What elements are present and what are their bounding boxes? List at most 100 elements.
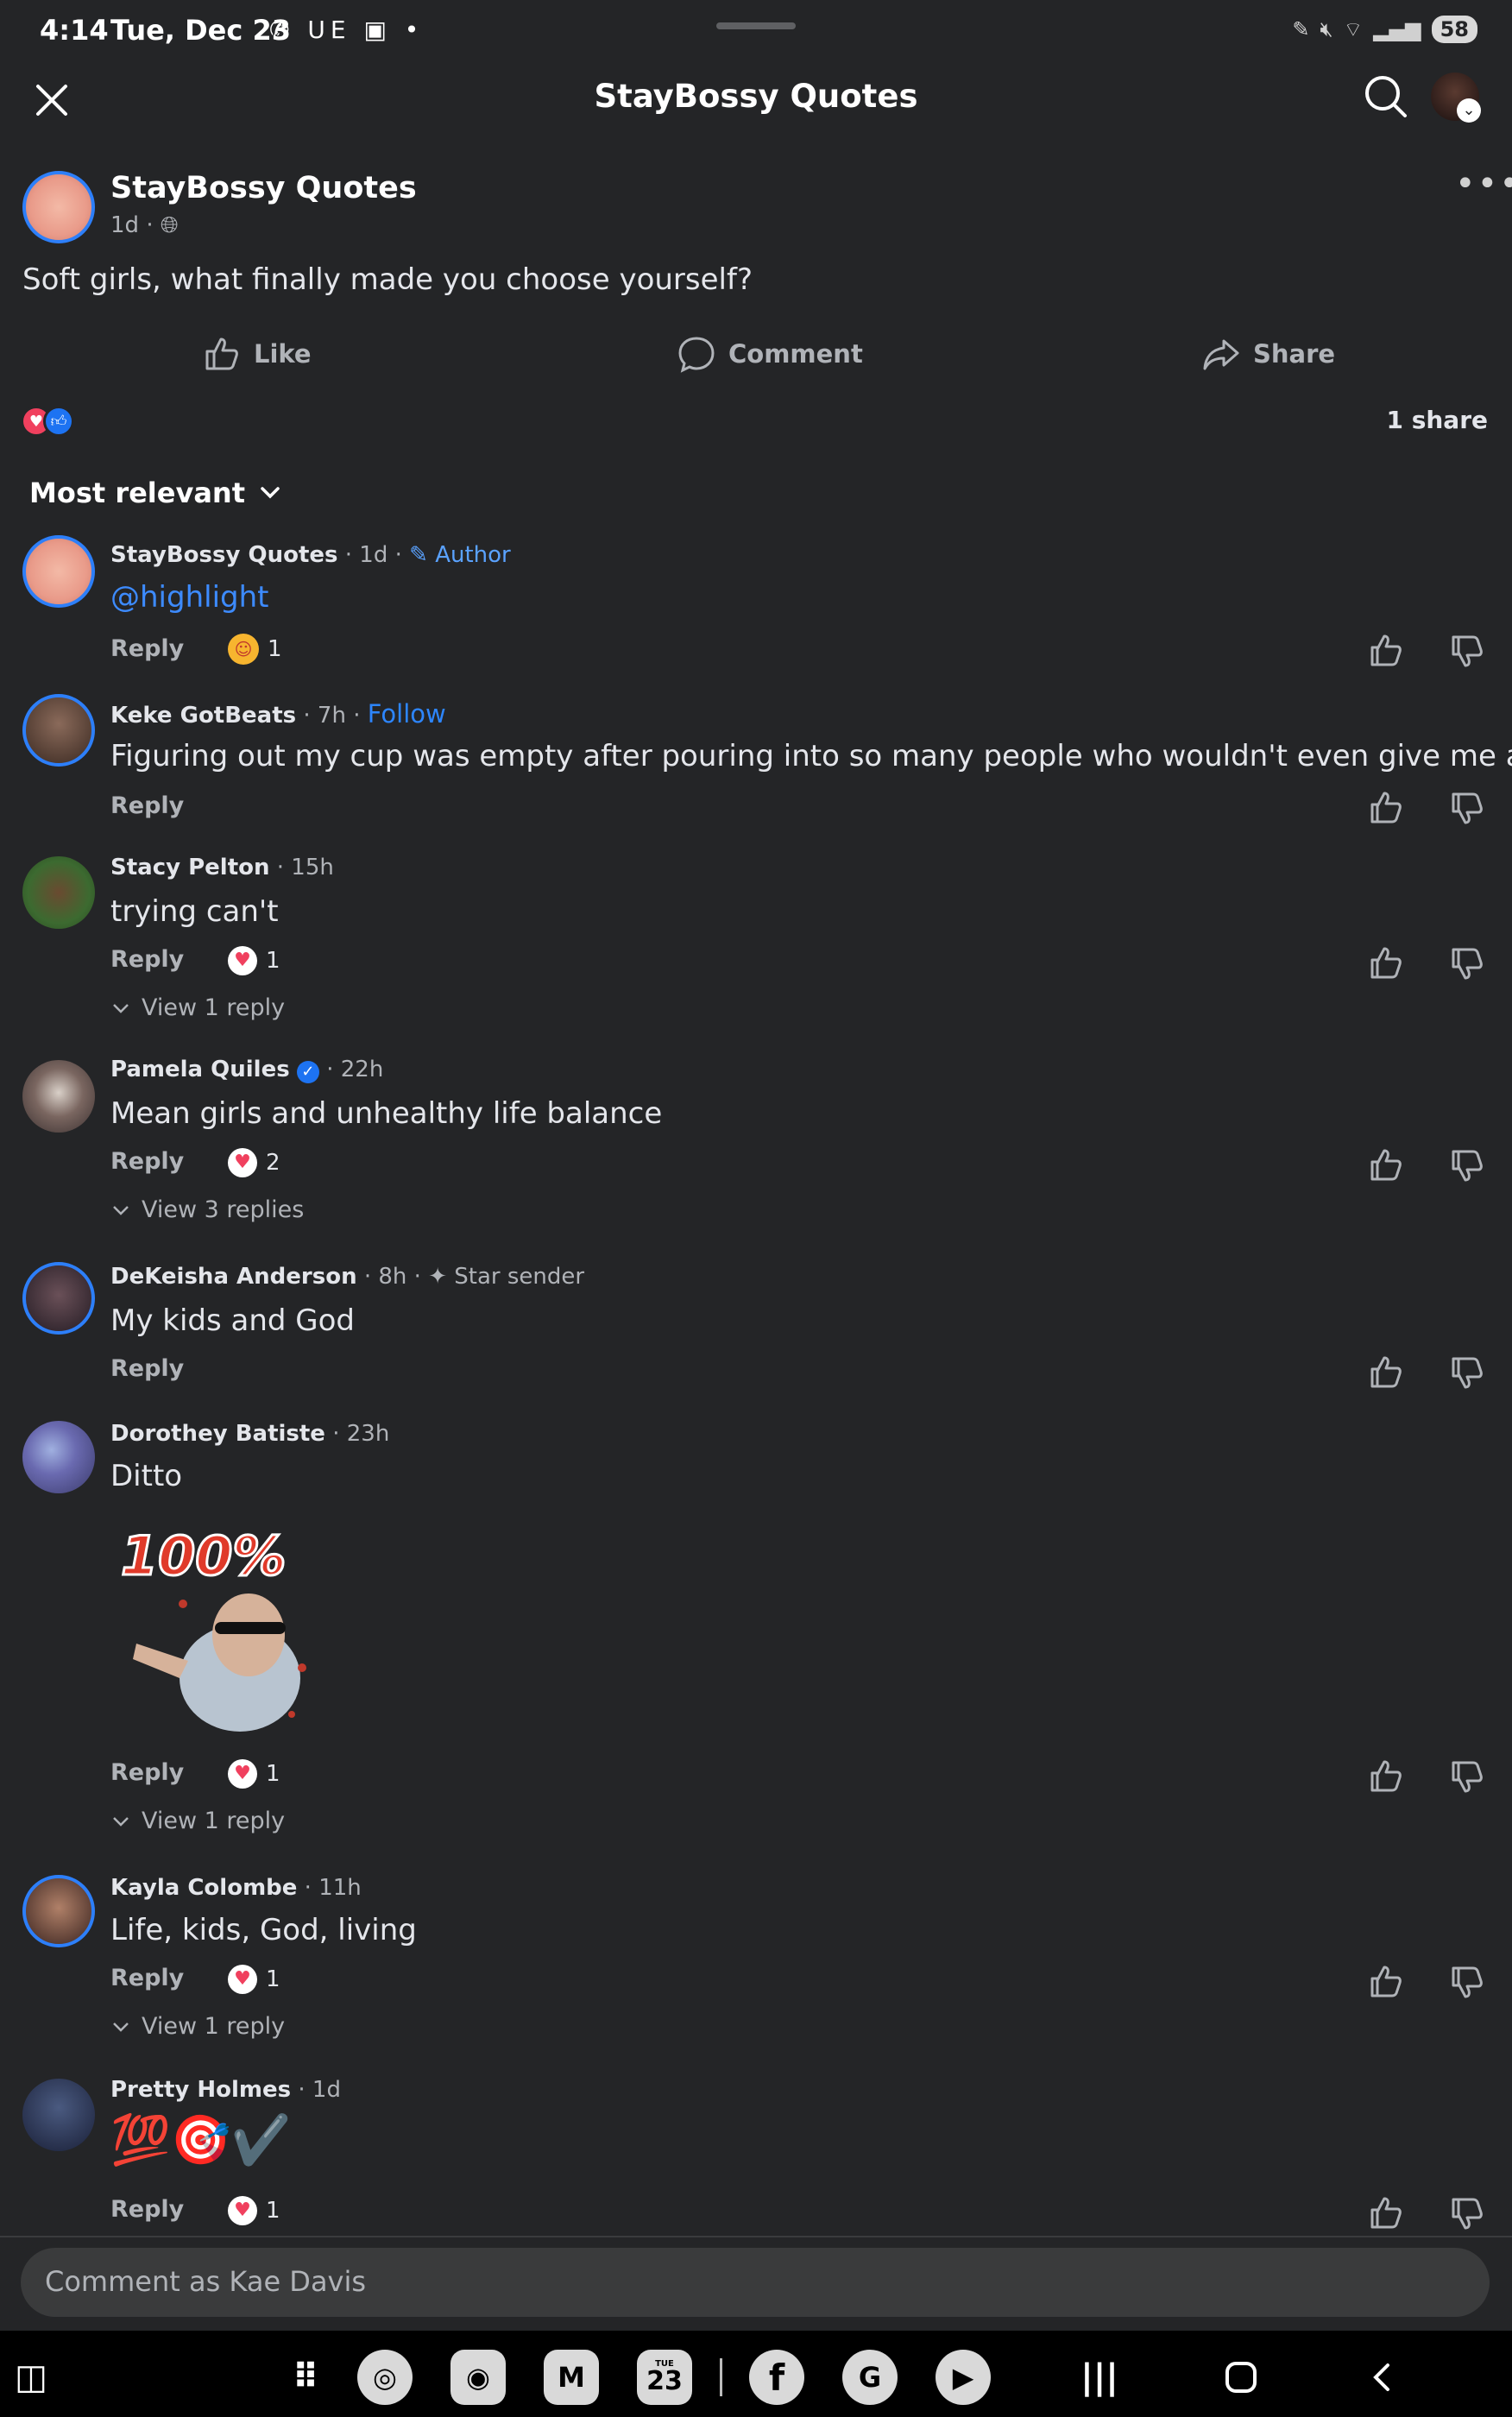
app-drawer-icon[interactable]: ⠿ — [278, 2350, 333, 2405]
comment-button[interactable]: Comment — [677, 328, 863, 380]
commenter-name[interactable]: Pamela Quiles — [110, 1057, 290, 1082]
search-icon[interactable] — [1362, 73, 1410, 121]
commenter-name[interactable]: Keke GotBeats — [110, 703, 296, 729]
post-time[interactable]: 1d — [110, 212, 139, 238]
comment-reactions[interactable]: ♥ 1 — [228, 946, 280, 975]
commenter-avatar[interactable] — [22, 694, 95, 767]
upvote-icon[interactable] — [1367, 1963, 1405, 2001]
comment-reactions[interactable]: ☺ 1 — [228, 634, 282, 665]
downvote-icon[interactable] — [1448, 789, 1486, 827]
comment-input[interactable]: Comment as Kae Davis — [21, 2248, 1490, 2317]
downvote-icon[interactable] — [1448, 1758, 1486, 1795]
reply-button[interactable]: Reply — [110, 1148, 184, 1175]
comment-icon — [678, 337, 715, 373]
reply-button[interactable]: Reply — [110, 2196, 184, 2223]
upvote-icon[interactable] — [1367, 1146, 1405, 1184]
verified-badge-icon: ✓ — [296, 1061, 319, 1083]
comment-text[interactable]: @highlight — [110, 580, 268, 615]
reply-button[interactable]: Reply — [110, 792, 184, 819]
separator: · — [146, 212, 161, 238]
commenter-avatar[interactable] — [22, 856, 95, 929]
status-bar: 4:14 Tue, Dec 23 ✆ UE ▣ • ✎ 🔇︎ ⌔ ▂▄▆ 58 — [0, 0, 1512, 66]
home-icon[interactable] — [1213, 2350, 1269, 2405]
view-replies-button[interactable]: View 1 reply — [110, 2013, 285, 2040]
camera-icon[interactable]: ◉ — [450, 2350, 506, 2405]
downvote-icon[interactable] — [1448, 632, 1486, 670]
recents-icon[interactable]: ||| — [1072, 2350, 1127, 2405]
comment-text: Mean girls and unhealthy life balance — [110, 1096, 663, 1131]
comment-header: Pamela Quiles ✓ · 22h — [110, 1057, 383, 1083]
post-author-avatar[interactable] — [22, 171, 95, 243]
chrome-icon[interactable]: ◎ — [357, 2350, 413, 2405]
play-store-icon[interactable]: ▶ — [936, 2350, 991, 2405]
drag-handle[interactable] — [716, 22, 796, 29]
commenter-avatar[interactable] — [22, 535, 95, 608]
follow-button[interactable]: Follow — [368, 699, 446, 729]
view-replies-label: View 1 reply — [142, 994, 286, 1021]
commenter-name[interactable]: DeKeisha Anderson — [110, 1264, 357, 1290]
downvote-icon[interactable] — [1448, 944, 1486, 982]
comment-reactions[interactable]: ♥ 2 — [228, 1148, 280, 1177]
chevron-down-icon[interactable]: ⌄ — [1457, 98, 1481, 123]
commenter-name[interactable]: Kayla Colombe — [110, 1875, 297, 1901]
comment-reactions[interactable]: ♥ 1 — [228, 1759, 280, 1789]
share-icon — [1203, 339, 1239, 370]
comment-input-placeholder: Comment as Kae Davis — [45, 2265, 367, 2298]
commenter-avatar[interactable] — [22, 2079, 95, 2151]
wifi-icon: ⌔ — [1343, 17, 1364, 41]
upvote-icon[interactable] — [1367, 632, 1405, 670]
commenter-avatar[interactable] — [22, 1060, 95, 1133]
home-icon-shape — [1225, 2362, 1257, 2393]
android-taskbar: ◫ ⠿ ◎ ◉ M TUE 23 f G ▶ ||| — [0, 2331, 1512, 2417]
reply-button[interactable]: Reply — [110, 946, 184, 973]
commenter-name[interactable]: Stacy Pelton — [110, 855, 270, 880]
reply-button[interactable]: Reply — [110, 635, 184, 662]
upvote-icon[interactable] — [1367, 2194, 1405, 2232]
reaction-summary[interactable]: ♥ 👍︎ — [21, 406, 74, 437]
commenter-avatar[interactable] — [22, 1421, 95, 1493]
reply-button[interactable]: Reply — [110, 1759, 184, 1786]
sticker-image[interactable]: 100% — [110, 1514, 335, 1739]
back-icon[interactable] — [1355, 2350, 1410, 2405]
like-button[interactable]: Like — [202, 328, 312, 380]
reply-button[interactable]: Reply — [110, 1965, 184, 1991]
mute-icon: 🔇︎ — [1320, 17, 1333, 41]
comment-reactions[interactable]: ♥ 1 — [228, 1965, 280, 1994]
calendar-icon[interactable]: TUE 23 — [637, 2350, 692, 2405]
reply-button[interactable]: Reply — [110, 1355, 184, 1382]
view-replies-label: View 3 replies — [142, 1196, 305, 1223]
comment-text: 💯🎯✔️ — [110, 2112, 292, 2168]
care-reaction-icon: ☺ — [228, 634, 259, 665]
google-icon[interactable]: G — [842, 2350, 898, 2405]
downvote-icon[interactable] — [1448, 1963, 1486, 2001]
chevron-down-icon — [261, 487, 280, 499]
view-replies-button[interactable]: View 3 replies — [110, 1196, 304, 1223]
commenter-avatar[interactable] — [22, 1262, 95, 1335]
view-replies-button[interactable]: View 1 reply — [110, 1808, 285, 1834]
commenter-avatar[interactable] — [22, 1875, 95, 1947]
facebook-icon[interactable]: f — [749, 2350, 804, 2405]
chevron-left-icon — [1373, 2363, 1389, 2391]
commenter-name[interactable]: Pretty Holmes — [110, 2077, 291, 2103]
downvote-icon[interactable] — [1448, 1146, 1486, 1184]
upvote-icon[interactable] — [1367, 1758, 1405, 1795]
upvote-icon[interactable] — [1367, 944, 1405, 982]
taskbar-settings-icon[interactable]: ◫ — [3, 2350, 59, 2405]
page-title: StayBossy Quotes — [594, 78, 918, 115]
downvote-icon[interactable] — [1448, 1354, 1486, 1392]
chevron-down-icon — [113, 1816, 129, 1827]
upvote-icon[interactable] — [1367, 1354, 1405, 1392]
share-button[interactable]: Share — [1201, 328, 1335, 380]
upvote-icon[interactable] — [1367, 789, 1405, 827]
sort-dropdown[interactable]: Most relevant — [29, 476, 283, 509]
comment-text: My kids and God — [110, 1303, 356, 1338]
commenter-name[interactable]: Dorothey Batiste — [110, 1421, 325, 1447]
commenter-name[interactable]: StayBossy Quotes — [110, 542, 338, 568]
share-count[interactable]: 1 share — [1386, 406, 1488, 434]
comment-reactions[interactable]: ♥ 1 — [228, 2196, 280, 2225]
more-options-icon[interactable]: ••• — [1455, 164, 1512, 204]
gmail-icon[interactable]: M — [544, 2350, 599, 2405]
downvote-icon[interactable] — [1448, 2194, 1486, 2232]
post-author-name[interactable]: StayBossy Quotes — [110, 171, 417, 205]
view-replies-button[interactable]: View 1 reply — [110, 994, 285, 1021]
